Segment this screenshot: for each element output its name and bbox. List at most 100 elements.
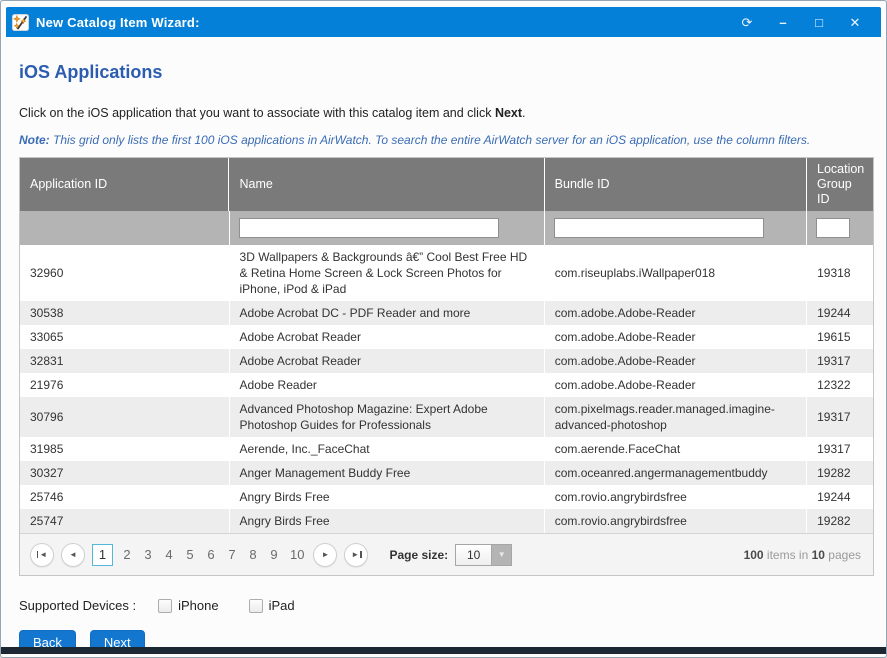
cell-name: Angry Birds Free	[230, 485, 545, 509]
application-id-filter-cell	[20, 211, 230, 245]
iphone-label: iPhone	[178, 598, 218, 613]
table-row[interactable]: 30538 Adobe Acrobat DC - PDF Reader and …	[20, 301, 873, 325]
page-number-3[interactable]: 3	[141, 547, 155, 562]
instruction-next-word: Next	[495, 106, 522, 120]
column-header-bundle-id[interactable]: Bundle ID	[545, 158, 807, 211]
page-number-4[interactable]: 4	[162, 547, 176, 562]
cell-name: Advanced Photoshop Magazine: Expert Adob…	[230, 397, 545, 437]
cell-bundle-id: com.adobe.Adobe-Reader	[545, 349, 807, 373]
note-label: Note:	[19, 133, 50, 147]
cell-location-group-id: 19282	[807, 461, 873, 485]
cell-location-group-id: 19244	[807, 301, 873, 325]
grid-filter-row	[20, 211, 873, 245]
cell-application-id: 21976	[20, 373, 230, 397]
name-filter-cell	[230, 211, 545, 245]
prev-page-icon[interactable]: ◄	[61, 543, 85, 567]
cell-location-group-id: 19317	[807, 349, 873, 373]
wizard-wand-icon	[12, 14, 29, 31]
cell-application-id: 32831	[20, 349, 230, 373]
cell-bundle-id: com.adobe.Adobe-Reader	[545, 373, 807, 397]
cell-name: Adobe Acrobat Reader	[230, 325, 545, 349]
cell-application-id: 33065	[20, 325, 230, 349]
page-size-dropdown[interactable]: 10 ▼	[455, 544, 512, 566]
minimize-icon[interactable]: –	[775, 14, 791, 30]
location-group-id-filter-cell	[807, 211, 873, 245]
cell-bundle-id: com.adobe.Adobe-Reader	[545, 325, 807, 349]
cell-bundle-id: com.aerende.FaceChat	[545, 437, 807, 461]
next-page-icon[interactable]: ►	[313, 543, 337, 567]
last-page-icon[interactable]: ►	[344, 543, 368, 567]
grid-header-row: Application ID Name Bundle ID Location G…	[20, 158, 873, 211]
instruction-prefix: Click on the iOS application that you wa…	[19, 106, 495, 120]
applications-grid: Application ID Name Bundle ID Location G…	[19, 157, 874, 576]
table-row[interactable]: 21976 Adobe Reader com.adobe.Adobe-Reade…	[20, 373, 873, 397]
table-row[interactable]: 25747 Angry Birds Free com.rovio.angrybi…	[20, 509, 873, 533]
table-row[interactable]: 25746 Angry Birds Free com.rovio.angrybi…	[20, 485, 873, 509]
column-header-application-id[interactable]: Application ID	[20, 158, 229, 211]
name-filter-input[interactable]	[239, 218, 499, 238]
page-number-1[interactable]: 1	[92, 544, 113, 566]
page-number-7[interactable]: 7	[225, 547, 239, 562]
window-bottom-edge	[1, 647, 886, 654]
page-number-9[interactable]: 9	[267, 547, 281, 562]
next-page-arrow: ►	[322, 551, 330, 559]
table-row[interactable]: 33065 Adobe Acrobat Reader com.adobe.Ado…	[20, 325, 873, 349]
table-row[interactable]: 32831 Adobe Acrobat Reader com.adobe.Ado…	[20, 349, 873, 373]
first-page-icon[interactable]: ◄	[30, 543, 54, 567]
page-number-2[interactable]: 2	[120, 547, 134, 562]
ipad-checkbox-item[interactable]: iPad	[249, 598, 295, 613]
instruction-suffix: .	[522, 106, 525, 120]
page-number-6[interactable]: 6	[204, 547, 218, 562]
summary-mid-text: items in	[764, 548, 812, 562]
maximize-icon[interactable]: □	[811, 14, 827, 30]
cell-name: 3D Wallpapers & Backgrounds â€” Cool Bes…	[230, 245, 545, 301]
iphone-checkbox-item[interactable]: iPhone	[158, 598, 218, 613]
prev-page-arrow: ◄	[69, 551, 77, 559]
note-body: This grid only lists the first 100 iOS a…	[50, 133, 811, 147]
cell-name: Anger Management Buddy Free	[230, 461, 545, 485]
bundle-id-filter-input[interactable]	[554, 218, 764, 238]
cell-name: Aerende, Inc._FaceChat	[230, 437, 545, 461]
column-header-name[interactable]: Name	[229, 158, 544, 211]
cell-bundle-id: com.oceanred.angermanagementbuddy	[545, 461, 807, 485]
cell-location-group-id: 19615	[807, 325, 873, 349]
wizard-content: iOS Applications Click on the iOS applic…	[1, 62, 886, 654]
cell-name: Angry Birds Free	[230, 509, 545, 533]
first-page-arrow: ◄	[39, 551, 47, 559]
window-controls: ⟳ – □ ✕	[739, 14, 871, 30]
page-number-8[interactable]: 8	[246, 547, 260, 562]
page-number-5[interactable]: 5	[183, 547, 197, 562]
table-row[interactable]: 32960 3D Wallpapers & Backgrounds â€” Co…	[20, 245, 873, 301]
cell-application-id: 25746	[20, 485, 230, 509]
iphone-checkbox[interactable]	[158, 599, 172, 613]
cell-bundle-id: com.rovio.angrybirdsfree	[545, 485, 807, 509]
dropdown-arrow-icon[interactable]: ▼	[491, 544, 512, 566]
pager-bar: ◄ ◄ 1 2 3 4 5 6 7 8 9 10 ► ► Page size: …	[20, 533, 873, 575]
ipad-label: iPad	[269, 598, 295, 613]
cell-name: Adobe Acrobat DC - PDF Reader and more	[230, 301, 545, 325]
table-row[interactable]: 30796 Advanced Photoshop Magazine: Exper…	[20, 397, 873, 437]
column-header-location-group-id[interactable]: Location Group ID	[807, 158, 873, 211]
cell-application-id: 31985	[20, 437, 230, 461]
refresh-icon[interactable]: ⟳	[739, 14, 755, 30]
page-title: iOS Applications	[19, 62, 868, 83]
instruction-text: Click on the iOS application that you wa…	[19, 106, 868, 120]
page-size-label: Page size:	[389, 548, 448, 562]
cell-bundle-id: com.adobe.Adobe-Reader	[545, 301, 807, 325]
note-text: Note: This grid only lists the first 100…	[19, 133, 868, 147]
pager-summary: 100 items in 10 pages	[744, 548, 861, 562]
cell-location-group-id: 19318	[807, 245, 873, 301]
supported-devices-label: Supported Devices :	[19, 598, 136, 613]
cell-location-group-id: 19244	[807, 485, 873, 509]
cell-bundle-id: com.riseuplabs.iWallpaper018	[545, 245, 807, 301]
close-icon[interactable]: ✕	[847, 14, 863, 30]
table-row[interactable]: 31985 Aerende, Inc._FaceChat com.aerende…	[20, 437, 873, 461]
wizard-window: New Catalog Item Wizard: ⟳ – □ ✕ iOS App…	[0, 0, 887, 658]
last-page-bar	[360, 551, 362, 558]
page-number-10[interactable]: 10	[288, 547, 306, 562]
table-row[interactable]: 30327 Anger Management Buddy Free com.oc…	[20, 461, 873, 485]
cell-application-id: 25747	[20, 509, 230, 533]
cell-application-id: 30327	[20, 461, 230, 485]
ipad-checkbox[interactable]	[249, 599, 263, 613]
location-group-id-filter-input[interactable]	[816, 218, 850, 238]
